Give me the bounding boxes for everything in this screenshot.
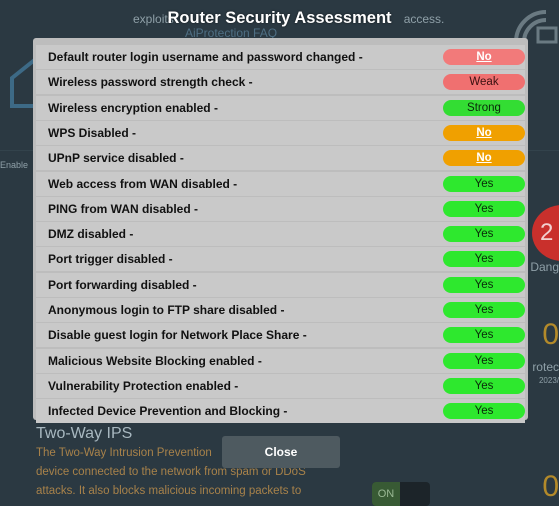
assessment-label: Vulnerability Protection enabled - [48,378,239,393]
assessment-label: DMZ disabled - [48,227,134,242]
assessment-row: Wireless password strength check - Weak [36,70,525,95]
screen: exploits access. AiProtection FAQ Enable … [0,0,559,506]
danger-count-badge: 2 [532,205,559,261]
background-protect-date: 2023/ [538,376,559,385]
assessment-row: Anonymous login to FTP share disabled - Y… [36,298,525,322]
assessment-row: Port trigger disabled - Yes [36,247,525,272]
status-badge: Yes [443,377,525,394]
assessment-row: Wireless encryption enabled - Strong [36,95,525,120]
status-badge: Yes [443,175,525,192]
background-protect-label: rotec [532,360,559,374]
background-number-2: 0 [542,470,559,503]
assessment-row: Infected Device Prevention and Blocking … [36,399,525,424]
assessment-label: Wireless encryption enabled - [48,100,218,115]
assessment-row: Port forwarding disabled - Yes [36,272,525,297]
assessment-label: Wireless password strength check - [48,75,253,90]
status-badge: Yes [443,352,525,369]
assessment-label: Default router login username and passwo… [48,50,363,64]
assessment-row: WPS Disabled - No [36,120,525,145]
status-badge: Yes [443,327,525,344]
background-danger-label: Dang [530,260,559,274]
assessment-label: Infected Device Prevention and Blocking … [48,404,288,419]
status-link[interactable]: No [443,150,525,167]
background-number: 0 [542,318,559,351]
assessment-row: Vulnerability Protection enabled - Yes [36,373,525,398]
assessment-label: Port forwarding disabled - [48,277,197,292]
background-enable-label: Enable [0,160,29,170]
assessment-row: Web access from WAN disabled - Yes [36,171,525,196]
status-badge: Yes [443,403,525,420]
status-badge: Yes [443,226,525,243]
assessment-label: Web access from WAN disabled - [48,176,238,191]
two-way-ips-toggle[interactable]: ON [372,482,430,506]
status-link[interactable]: No [443,124,525,141]
assessment-row: Default router login username and passwo… [36,45,525,69]
assessment-row: UPnP service disabled - No [36,146,525,171]
assessment-row: Disable guest login for Network Place Sh… [36,323,525,348]
status-badge: Yes [443,251,525,268]
close-button[interactable]: Close [222,436,340,468]
dialog-title: Router Security Assessment [167,9,392,27]
assessment-row: PING from WAN disabled - Yes [36,196,525,221]
assessment-row: Malicious Website Blocking enabled - Yes [36,348,525,373]
status-link[interactable]: No [443,49,525,65]
assessment-label: Port trigger disabled - [48,252,173,267]
assessment-label: Anonymous login to FTP share disabled - [48,303,285,317]
assessment-row: DMZ disabled - Yes [36,222,525,247]
assessment-label: Disable guest login for Network Place Sh… [48,328,307,343]
assessment-label: PING from WAN disabled - [48,201,199,216]
status-badge: Weak [443,74,525,91]
status-badge: Yes [443,302,525,318]
status-badge: Strong [443,99,525,116]
assessment-label: WPS Disabled - [48,125,137,140]
assessment-label: UPnP service disabled - [48,151,184,166]
status-badge: Yes [443,200,525,217]
assessment-label: Malicious Website Blocking enabled - [48,353,262,368]
status-badge: Yes [443,276,525,293]
two-way-ips-title: Two-Way IPS [36,425,133,442]
